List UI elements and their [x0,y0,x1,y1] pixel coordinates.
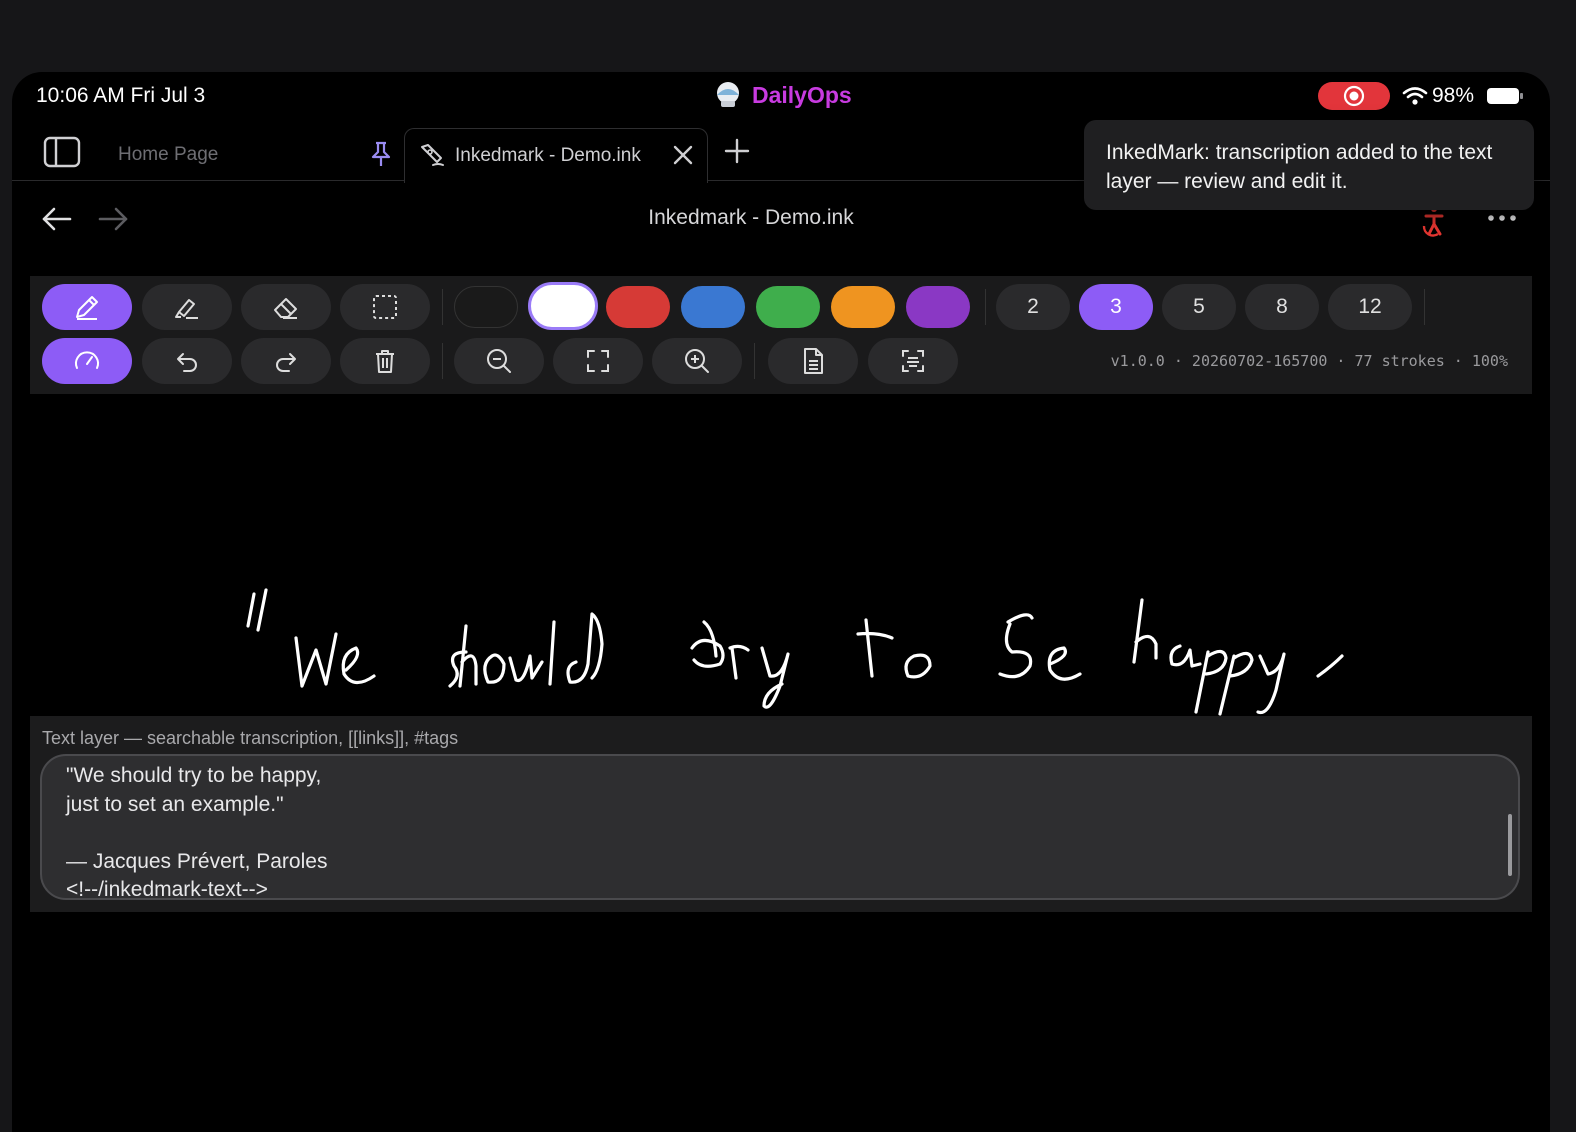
notification-toast[interactable]: InkedMark: transcription added to the te… [1084,120,1534,210]
undo-button[interactable] [142,338,232,384]
pen-tool-button[interactable] [42,284,132,330]
pen-icon [76,296,98,320]
device-screen: 10:06 AM Fri Jul 3 DailyOps 98% Home Pag… [12,72,1550,1132]
toolbar-divider [1424,289,1425,325]
color-swatch-green[interactable] [756,286,820,328]
wifi-icon [1402,87,1428,105]
color-swatch-orange[interactable] [831,286,895,328]
stroke-size-12[interactable]: 12 [1328,284,1412,330]
status-bar: 10:06 AM Fri Jul 3 DailyOps 98% [12,72,1550,118]
eraser-icon [274,298,297,319]
highlighter-icon [175,299,198,319]
pressure-toggle-button[interactable] [42,338,132,384]
text-layer-panel: Text layer — searchable transcription, [… [30,716,1532,912]
tab-home-page[interactable]: Home Page [118,132,398,176]
record-icon [1343,85,1365,107]
status-app-name: DailyOps [752,81,852,108]
text-layer-label: Text layer — searchable transcription, [… [42,728,459,748]
more-options-icon[interactable] [1486,208,1518,228]
text-line: "We should try to be happy, [66,764,322,787]
transcribe-button[interactable] [868,338,958,384]
stroke-size-8[interactable]: 8 [1245,284,1319,330]
toolbar-divider [442,289,443,325]
color-swatch-black[interactable] [454,286,518,328]
document-icon [804,348,823,374]
zoom-in-icon [685,349,709,373]
battery-percent: 98% [1432,84,1475,107]
text-layer-scrollbar[interactable] [1508,814,1512,876]
text-line: just to set an example." [66,793,284,816]
handwriting-strokes [246,588,1344,716]
tab-inkedmark-demo[interactable]: Inkedmark - Demo.ink [404,128,708,183]
color-swatch-white[interactable] [528,282,598,330]
color-swatch-purple[interactable] [906,286,970,328]
status-time: 10:06 AM Fri Jul 3 [36,84,206,107]
ink-toolbar: 2 3 5 8 12 v1.0.0 · 20260702-165700 · 77… [30,276,1532,394]
app-logo-icon [717,82,739,107]
stroke-size-5[interactable]: 5 [1162,284,1236,330]
tab-home-label: Home Page [118,144,219,165]
undo-icon [177,353,197,372]
close-icon[interactable] [669,141,697,169]
pressure-gauge-icon [75,351,99,369]
redo-icon [276,353,296,372]
sidebar-icon [43,136,81,168]
tab-active-label: Inkedmark - Demo.ink [455,145,641,166]
new-tab-plus-icon[interactable] [722,136,752,166]
fit-screen-icon [587,350,609,372]
color-swatch-blue[interactable] [681,286,745,328]
text-line: <!--/inkedmark-text--> [66,878,268,900]
zoom-in-button[interactable] [652,338,742,384]
pin-icon[interactable] [368,140,394,168]
stroke-size-3[interactable]: 3 [1079,284,1153,330]
trash-icon [376,350,394,373]
battery-icon [1487,88,1523,104]
ink-pen-icon [421,144,444,166]
fit-screen-button[interactable] [553,338,643,384]
document-meta: v1.0.0 · 20260702-165700 · 77 strokes · … [1110,352,1508,370]
eraser-tool-button[interactable] [241,284,331,330]
status-app[interactable]: DailyOps [712,78,852,112]
lasso-select-icon [373,295,397,319]
stroke-size-2[interactable]: 2 [996,284,1070,330]
text-layer-editor[interactable]: "We should try to be happy, just to set … [40,754,1520,900]
text-line: — Jacques Prévert, Paroles [66,850,328,873]
sidebar-toggle-button[interactable] [42,132,82,172]
ink-canvas[interactable] [30,394,1532,716]
toolbar-divider [754,343,755,379]
toolbar-divider [442,343,443,379]
screen-record-indicator[interactable] [1318,82,1390,110]
lasso-select-button[interactable] [340,284,430,330]
document-button[interactable] [768,338,858,384]
transcribe-icon [902,350,924,372]
toast-message: InkedMark: transcription added to the te… [1106,141,1493,193]
zoom-out-icon [487,349,511,373]
color-swatch-red[interactable] [606,286,670,328]
toolbar-divider [985,289,986,325]
delete-button[interactable] [340,338,430,384]
redo-button[interactable] [241,338,331,384]
highlighter-tool-button[interactable] [142,284,232,330]
zoom-out-button[interactable] [454,338,544,384]
